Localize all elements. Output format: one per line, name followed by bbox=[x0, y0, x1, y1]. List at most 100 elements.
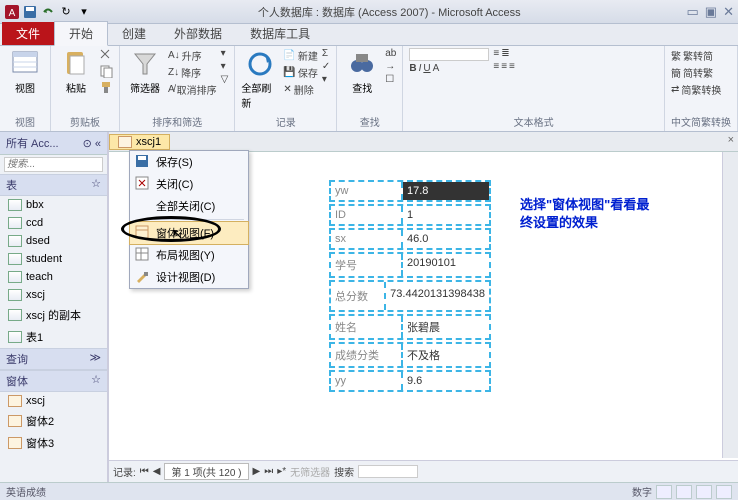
undo-icon[interactable] bbox=[40, 4, 56, 20]
find-button[interactable]: 查找 bbox=[343, 48, 381, 95]
form-field-value[interactable]: 9.6 bbox=[403, 372, 489, 390]
delete-record-button[interactable]: ✕删除 bbox=[283, 82, 317, 97]
record-position[interactable]: 第 1 项(共 120 ) bbox=[164, 463, 248, 480]
format-painter-button[interactable] bbox=[99, 80, 113, 94]
cut-button[interactable] bbox=[99, 48, 113, 62]
tab-dbtools[interactable]: 数据库工具 bbox=[236, 22, 324, 45]
align-left-button[interactable]: ≡ bbox=[493, 61, 499, 72]
selection-filter-button[interactable]: ▾ bbox=[221, 48, 229, 59]
menu-design-view[interactable]: 设计视图(D) bbox=[130, 266, 248, 288]
save-icon[interactable] bbox=[22, 4, 38, 20]
nav-group-tables[interactable]: 表☆ bbox=[0, 174, 107, 196]
toggle-filter-button[interactable]: ▽ bbox=[221, 74, 229, 85]
form-field-row[interactable]: 成绩分类不及格 bbox=[329, 342, 491, 368]
spelling-button[interactable]: ✓ bbox=[322, 61, 330, 72]
nav-dropdown-icon[interactable]: ⊙ « bbox=[83, 137, 101, 150]
nav-table-item[interactable]: xscj 的副本 bbox=[0, 304, 107, 326]
view-datasheet-button[interactable] bbox=[676, 485, 692, 499]
prev-record-button[interactable]: ◀ bbox=[153, 466, 161, 477]
nav-table-item[interactable]: xscj bbox=[0, 286, 107, 304]
bullets-button[interactable]: ≡ bbox=[493, 48, 499, 59]
goto-button[interactable]: → bbox=[385, 61, 396, 72]
sort-asc-button[interactable]: A↓升序 bbox=[168, 48, 217, 63]
last-record-button[interactable]: ⏭ bbox=[264, 466, 273, 477]
document-tab[interactable]: xscj1 bbox=[109, 134, 170, 150]
underline-button[interactable]: U bbox=[423, 63, 430, 74]
view-form-button[interactable] bbox=[656, 485, 672, 499]
nav-form-item[interactable]: xscj bbox=[0, 392, 107, 410]
form-field-row[interactable]: sx46.0 bbox=[329, 228, 491, 250]
form-field-row[interactable]: 学号20190101 bbox=[329, 252, 491, 278]
form-field-value[interactable]: 17.8 bbox=[403, 182, 489, 200]
form-field-value[interactable]: 1 bbox=[403, 206, 489, 224]
chs-convert-button[interactable]: ⇄简繁转换 bbox=[671, 82, 721, 97]
italic-button[interactable]: I bbox=[419, 63, 422, 74]
align-right-button[interactable]: ≡ bbox=[509, 61, 515, 72]
simp-to-trad-button[interactable]: 簡简转繁 bbox=[671, 65, 721, 80]
clear-sort-button[interactable]: A̸取消排序 bbox=[168, 82, 217, 97]
form-field-row[interactable]: ID1 bbox=[329, 204, 491, 226]
close-icon[interactable]: ✕ bbox=[723, 4, 734, 20]
record-search-input[interactable] bbox=[358, 465, 418, 478]
trad-to-simp-button[interactable]: 繁繁转简 bbox=[671, 48, 721, 63]
save-record-button[interactable]: 💾保存 bbox=[283, 65, 317, 80]
nav-table-item[interactable]: ccd bbox=[0, 214, 107, 232]
menu-close[interactable]: 关闭(C) bbox=[130, 173, 248, 195]
advanced-filter-button[interactable]: ▾ bbox=[221, 61, 229, 72]
form-field-value[interactable]: 73.4420131398438 bbox=[386, 282, 489, 310]
select-button[interactable]: ☐ bbox=[385, 74, 396, 85]
align-center-button[interactable]: ≡ bbox=[501, 61, 507, 72]
form-field-value[interactable]: 张碧晨 bbox=[403, 316, 489, 338]
menu-form-view[interactable]: 窗体视图(F) bbox=[129, 221, 249, 245]
menu-save[interactable]: 保存(S) bbox=[130, 151, 248, 173]
sort-desc-button[interactable]: Z↓降序 bbox=[168, 65, 217, 80]
first-record-button[interactable]: ⏮ bbox=[140, 466, 149, 477]
nav-table-item[interactable]: 表1 bbox=[0, 326, 107, 348]
redo-icon[interactable]: ↻ bbox=[58, 4, 74, 20]
form-field-value[interactable]: 46.0 bbox=[403, 230, 489, 248]
bold-button[interactable]: B bbox=[409, 63, 416, 74]
filter-button[interactable]: 筛选器 bbox=[126, 48, 164, 95]
numbering-button[interactable]: ≣ bbox=[501, 48, 509, 59]
form-field-row[interactable]: 姓名张碧晨 bbox=[329, 314, 491, 340]
menu-close-all[interactable]: 全部关闭(C) bbox=[130, 195, 248, 217]
qat-dropdown-icon[interactable]: ▾ bbox=[76, 4, 92, 20]
nav-group-forms[interactable]: 窗体☆ bbox=[0, 370, 107, 392]
form-field-value[interactable]: 20190101 bbox=[403, 254, 489, 276]
tab-home[interactable]: 开始 bbox=[54, 21, 108, 46]
nav-form-item[interactable]: 窗体2 bbox=[0, 410, 107, 432]
replace-button[interactable]: ab bbox=[385, 48, 396, 59]
copy-button[interactable] bbox=[99, 64, 113, 78]
form-field-row[interactable]: 总分数73.4420131398438 bbox=[329, 280, 491, 312]
form-field-row[interactable]: yw17.8 bbox=[329, 180, 491, 202]
view-design-button[interactable] bbox=[716, 485, 732, 499]
nav-table-item[interactable]: dsed bbox=[0, 232, 107, 250]
totals-button[interactable]: Σ bbox=[322, 48, 330, 59]
nav-table-item[interactable]: bbx bbox=[0, 196, 107, 214]
more-button[interactable]: ▾ bbox=[322, 74, 330, 85]
view-layout-button[interactable] bbox=[696, 485, 712, 499]
new-record-button[interactable]: 📄新建 bbox=[283, 48, 317, 63]
font-color-button[interactable]: A bbox=[433, 63, 440, 74]
view-button[interactable]: 视图 bbox=[6, 48, 44, 95]
nav-table-item[interactable]: teach bbox=[0, 268, 107, 286]
paste-button[interactable]: 粘贴 bbox=[57, 48, 95, 95]
form-field-value[interactable]: 不及格 bbox=[403, 344, 489, 366]
file-tab[interactable]: 文件 bbox=[2, 22, 54, 45]
nav-group-queries[interactable]: 查询≫ bbox=[0, 348, 107, 370]
next-record-button[interactable]: ▶ bbox=[253, 466, 261, 477]
form-field-row[interactable]: yy9.6 bbox=[329, 370, 491, 392]
nav-table-item[interactable]: student bbox=[0, 250, 107, 268]
nav-form-item[interactable]: 窗体3 bbox=[0, 432, 107, 454]
tab-create[interactable]: 创建 bbox=[108, 22, 160, 45]
nav-header[interactable]: 所有 Acc... ⊙ « bbox=[0, 132, 107, 155]
new-record-nav-button[interactable]: ▸* bbox=[277, 466, 286, 477]
nav-search-input[interactable] bbox=[4, 157, 103, 172]
vertical-scrollbar[interactable] bbox=[722, 152, 738, 458]
menu-layout-view[interactable]: 布局视图(Y) bbox=[130, 244, 248, 266]
minimize-icon[interactable]: ▭ bbox=[687, 4, 699, 20]
close-doc-button[interactable]: × bbox=[728, 134, 734, 146]
maximize-icon[interactable]: ▣ bbox=[705, 4, 717, 20]
tab-external[interactable]: 外部数据 bbox=[160, 22, 236, 45]
refresh-all-button[interactable]: 全部刷新 bbox=[241, 48, 279, 110]
